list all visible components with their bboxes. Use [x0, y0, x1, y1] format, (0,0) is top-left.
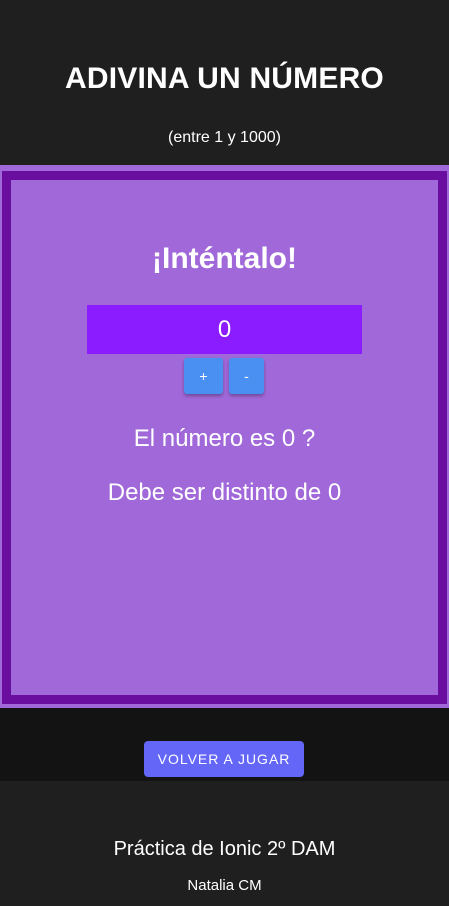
guess-hint: Debe ser distinto de 0 — [107, 479, 342, 506]
app-page: ADIVINA UN NÚMERO (entre 1 y 1000) ¡Inté… — [0, 0, 449, 906]
footer-author: Natalia CM — [187, 877, 262, 894]
page-title: ADIVINA UN NÚMERO — [65, 62, 384, 95]
play-again-button[interactable]: VOLVER A JUGAR — [144, 741, 304, 777]
footer-title: Práctica de Ionic 2º DAM — [113, 838, 336, 860]
number-input[interactable]: 0 — [87, 305, 362, 354]
decrement-button[interactable]: - — [229, 358, 264, 394]
page-subtitle: (entre 1 y 1000) — [168, 129, 281, 146]
guess-question: El número es 0 ? — [133, 425, 316, 452]
increment-button[interactable]: + — [184, 358, 223, 394]
try-heading: ¡Inténtalo! — [152, 242, 297, 275]
